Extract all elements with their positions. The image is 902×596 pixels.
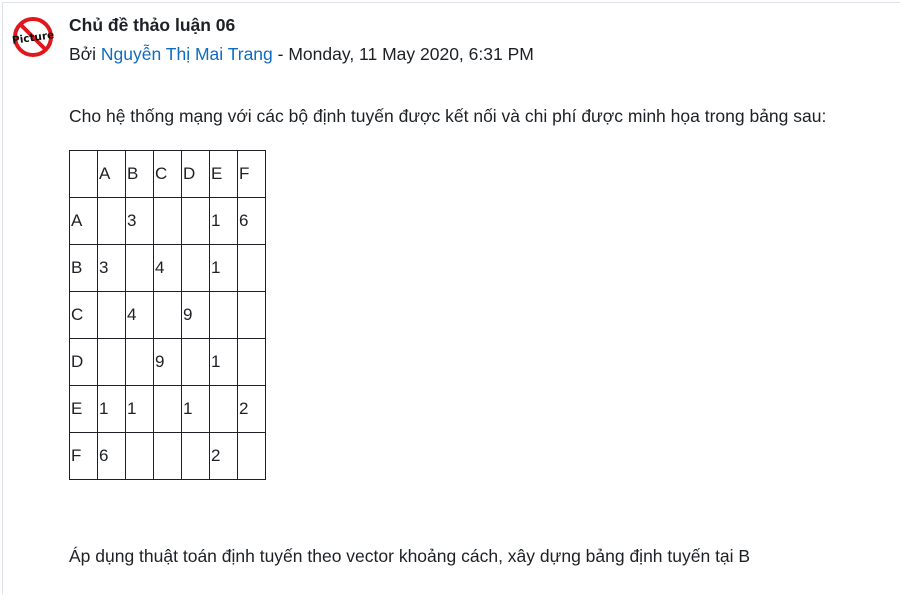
author-link[interactable]: Nguyễn Thị Mai Trang [101,44,273,64]
table-cell [153,385,182,433]
table-cell: 9 [181,291,210,339]
routing-cost-table: ABCDEFA316B341C49D91E1112F62 [69,150,266,480]
table-cell: 4 [153,244,182,292]
avatar[interactable]: Picture [11,16,55,58]
by-prefix: Bởi [69,44,97,64]
table-row: C49 [69,291,266,339]
table-cell: 4 [125,291,154,339]
table-row-label: A [69,197,98,245]
table-cell [209,385,238,433]
table-cell: 1 [209,244,238,292]
table-header-row: ABCDEF [69,150,266,198]
byline-separator: - [277,44,284,64]
table-cell [181,197,210,245]
table-cell: 1 [209,338,238,386]
table-header-cell: C [153,150,182,198]
table-cell: 2 [237,385,266,433]
table-cell: 1 [209,197,238,245]
table-cell: 9 [153,338,182,386]
table-row: A3 16 [69,197,266,245]
table-cell [125,432,154,480]
table-cell: 3 [125,197,154,245]
table-header-cell: A [97,150,126,198]
table-cell [153,197,182,245]
table-cell [237,244,266,292]
table-cell [153,432,182,480]
table-row: F6 2 [69,432,266,480]
table-row-label: B [69,244,98,292]
table-header-cell: F [237,150,266,198]
table-cell [125,244,154,292]
table-cell [125,338,154,386]
post-datetime: Monday, 11 May 2020, 6:31 PM [288,44,534,64]
table-row-label: D [69,338,98,386]
table-header-cell [69,150,98,198]
table-cell: 6 [237,197,266,245]
table-header-cell: E [209,150,238,198]
table-cell: 6 [97,432,126,480]
post-subject: Chủ đề thảo luận 06 [69,15,236,35]
table-row-label: C [69,291,98,339]
table-row-label: E [69,385,98,433]
table-cell [237,432,266,480]
no-picture-icon: Picture [11,17,55,57]
table-cell: 3 [97,244,126,292]
table-cell [237,338,266,386]
table-cell [209,291,238,339]
table-cell [181,338,210,386]
table-cell: 2 [209,432,238,480]
table-row: D 91 [69,338,266,386]
table-cell [237,291,266,339]
table-header-cell: B [125,150,154,198]
table-cell: 1 [125,385,154,433]
table-row: B341 [69,244,266,292]
table-cell [153,291,182,339]
table-cell [97,291,126,339]
table-cell [181,432,210,480]
post-intro-text: Cho hệ thống mạng với các bộ định tuyến … [69,106,827,126]
table-cell: 1 [97,385,126,433]
table-row: E1112 [69,385,266,433]
table-cell [181,244,210,292]
table-cell: 1 [181,385,210,433]
post-byline: Bởi Nguyễn Thị Mai Trang - Monday, 11 Ma… [69,44,534,65]
table-cell [97,338,126,386]
table-cell [97,197,126,245]
post-question-text: Áp dụng thuật toán định tuyến theo vecto… [69,546,751,566]
table-header-cell: D [181,150,210,198]
table-row-label: F [69,432,98,480]
